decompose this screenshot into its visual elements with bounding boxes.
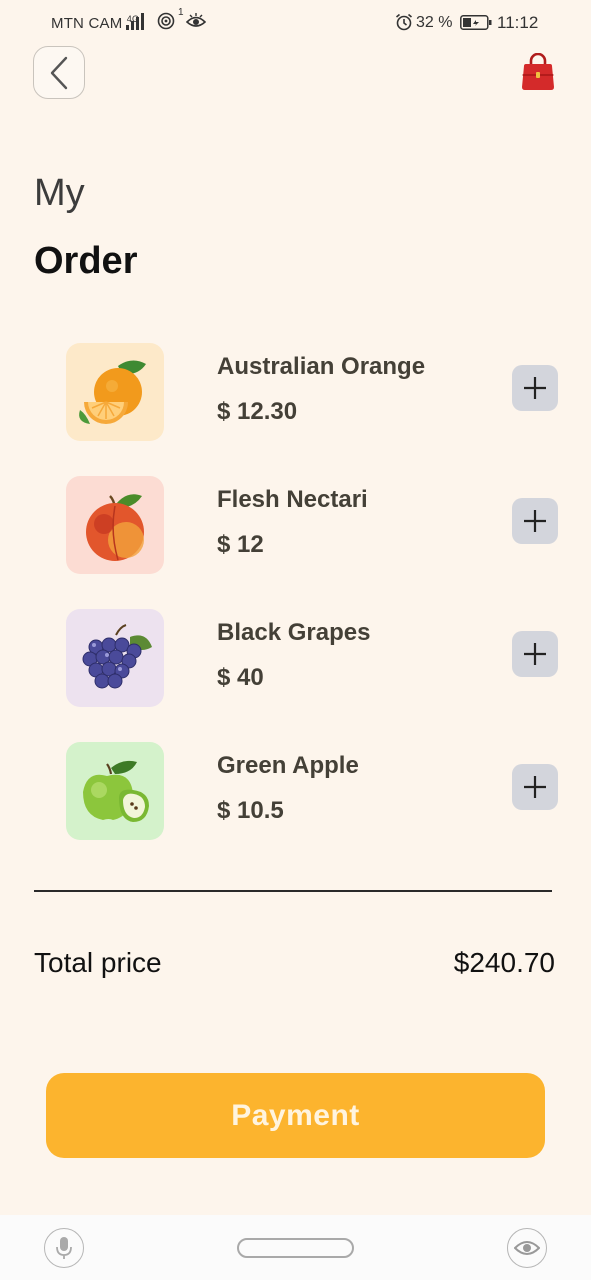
microphone-icon: [56, 1237, 72, 1259]
shopping-bag-icon[interactable]: [520, 53, 556, 91]
peach-icon: [66, 476, 164, 574]
add-button[interactable]: [512, 764, 558, 810]
divider: [34, 890, 552, 892]
plus-icon: [524, 510, 546, 532]
back-button[interactable]: [33, 46, 85, 99]
home-gesture-bar[interactable]: [237, 1238, 354, 1258]
item-price: $ 12: [217, 531, 264, 558]
clock: 11:12: [497, 13, 539, 32]
alarm-icon: [395, 13, 413, 31]
add-button[interactable]: [512, 631, 558, 677]
list-item: Green Apple $ 10.5: [0, 742, 591, 842]
battery-icon: [460, 15, 492, 30]
battery-percent: 32 %: [416, 14, 453, 31]
navigation-bar: [0, 1215, 591, 1280]
total-price-label: Total price: [34, 947, 162, 978]
add-button[interactable]: [512, 365, 558, 411]
item-price: $ 10.5: [217, 797, 284, 824]
hotspot-count: 1: [178, 7, 184, 18]
item-name: Flesh Nectari: [217, 486, 368, 513]
list-item: Flesh Nectari $ 12: [0, 476, 591, 576]
list-item: Black Grapes $ 40: [0, 609, 591, 709]
plus-icon: [524, 643, 546, 665]
hotspot-icon: [157, 12, 175, 30]
item-name: Australian Orange: [217, 353, 426, 380]
eye-button[interactable]: [507, 1228, 547, 1268]
signal-icon: [126, 12, 144, 30]
page-title-line1: My: [34, 172, 85, 214]
total-price-value: $240.70: [453, 947, 555, 978]
apple-icon: [66, 742, 164, 840]
item-price: $ 40: [217, 664, 264, 691]
page-title-line2: Order: [34, 240, 138, 282]
item-name: Green Apple: [217, 752, 359, 779]
plus-icon: [524, 377, 546, 399]
payment-button[interactable]: Payment: [46, 1073, 545, 1158]
eye-icon: [514, 1241, 540, 1255]
plus-icon: [524, 776, 546, 798]
grapes-icon: [66, 609, 164, 707]
add-button[interactable]: [512, 498, 558, 544]
item-price: $ 12.30: [217, 398, 298, 425]
eye-comfort-icon: [186, 13, 206, 27]
chevron-left-icon: [50, 56, 68, 89]
item-name: Black Grapes: [217, 619, 371, 646]
list-item: Australian Orange $ 12.30: [0, 343, 591, 443]
orange-icon: [66, 343, 164, 441]
status-bar: MTN CAM 4G 1 32 % 11:12: [0, 0, 591, 46]
microphone-button[interactable]: [44, 1228, 84, 1268]
